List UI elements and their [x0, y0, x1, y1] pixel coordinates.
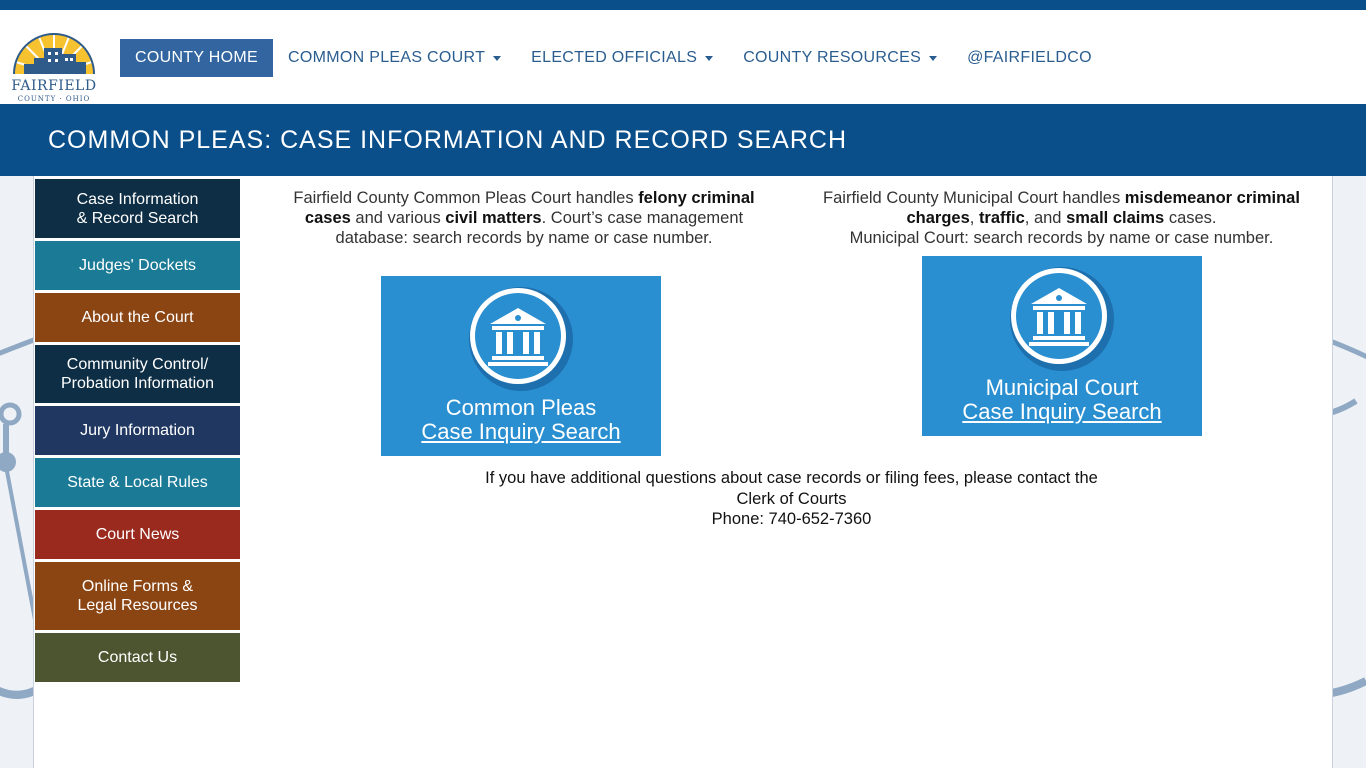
fairfield-county-logo[interactable]: FAIRFIELD COUNTY · OHIO: [6, 22, 102, 104]
contact-info: If you have additional questions about c…: [414, 468, 1169, 530]
description-text: Fairfield County Common Pleas Court hand…: [293, 189, 639, 207]
nav-fairfieldco-social[interactable]: @FAIRFIELDCO: [952, 39, 1107, 77]
nav-elected-officials[interactable]: ELECTED OFFICIALS: [516, 39, 728, 77]
description-emphasis: civil matters: [445, 209, 542, 227]
nav-label: ELECTED OFFICIALS: [531, 49, 698, 66]
button-label: Common Pleas: [445, 395, 597, 420]
sidebar-item-label: Judges' Dockets: [79, 257, 196, 274]
contact-text: If you have additional questions about c…: [485, 469, 1098, 487]
sidebar-item-online-forms[interactable]: Online Forms & Legal Resources: [35, 562, 240, 630]
caret-down-icon: [493, 55, 502, 61]
sidebar-item-label: Case Information: [76, 190, 199, 208]
sidebar-item-label: Court News: [95, 526, 180, 543]
sunburst-city-icon: [13, 33, 95, 75]
sidebar-item-community-control[interactable]: Community Control/Probation Information: [35, 345, 240, 403]
button-link-label: Case Inquiry Search: [421, 419, 621, 444]
button-label: Municipal Court: [985, 375, 1139, 400]
page-title-bar: COMMON PLEAS: CASE INFORMATION AND RECOR…: [0, 104, 1366, 176]
sidebar-item-label: About the Court: [81, 309, 194, 326]
sidebar-item-about-the-court[interactable]: About the Court: [35, 293, 240, 342]
caret-down-icon: [705, 55, 714, 61]
logo-name: FAIRFIELD: [11, 78, 97, 94]
description-text: , and: [1024, 209, 1067, 227]
nav-common-pleas-court[interactable]: COMMON PLEAS COURT: [273, 39, 516, 77]
common-pleas-description: Fairfield County Common Pleas Court hand…: [279, 188, 769, 248]
sidebar-item-label: State & Local Rules: [67, 474, 208, 491]
sidebar-item-label: Legal Resources: [77, 597, 198, 614]
courthouse-icon: [469, 287, 573, 391]
sidebar-item-label: Contact Us: [97, 649, 178, 666]
sidebar-item-label: Jury Information: [80, 422, 195, 439]
nav-county-home[interactable]: COUNTY HOME: [120, 39, 274, 77]
sidebar-item-state-local-rules[interactable]: State & Local Rules: [35, 458, 240, 507]
description-text: Municipal Court: search records by name …: [849, 229, 1274, 247]
sidebar-item-court-news[interactable]: Court News: [35, 510, 240, 559]
main-navigation: COUNTY HOME COMMON PLEAS COURT ELECTED O…: [120, 39, 1107, 77]
description-text: and various: [350, 209, 446, 227]
nav-label: COUNTY RESOURCES: [743, 49, 922, 66]
sidebar-item-jury-information[interactable]: Jury Information: [35, 406, 240, 455]
sidebar-item-label: & Record Search: [76, 209, 199, 227]
clerk-of-courts-label: Clerk of Courts: [736, 489, 847, 508]
description-emphasis: small claims: [1066, 209, 1165, 227]
description-text: Fairfield County Municipal Court handles: [823, 189, 1125, 207]
sidebar-item-label: Probation Information: [61, 375, 214, 392]
site-header: FAIRFIELD COUNTY · OHIO COUNTY HOME COMM…: [0, 10, 1366, 104]
logo-subtitle: COUNTY · OHIO: [17, 95, 91, 103]
sidebar-item-contact-us[interactable]: Contact Us: [35, 633, 240, 682]
description-emphasis: traffic: [978, 209, 1025, 227]
sidebar-item-label: Online Forms &: [81, 578, 194, 595]
sidebar-item-judges-dockets[interactable]: Judges' Dockets: [35, 241, 240, 290]
description-text: cases.: [1164, 209, 1217, 227]
common-pleas-case-inquiry-button[interactable]: Common Pleas Case Inquiry Search: [381, 276, 661, 456]
courthouse-icon: [1010, 267, 1114, 371]
sidebar-item-label: Community Control/: [66, 356, 209, 373]
description-text: ,: [969, 209, 979, 227]
button-link-label: Case Inquiry Search: [962, 399, 1162, 424]
sidebar-item-case-information[interactable]: Case Information & Record Search: [35, 179, 240, 238]
phone-number: Phone: 740-652-7360: [711, 510, 872, 528]
municipal-court-description: Fairfield County Municipal Court handles…: [809, 188, 1314, 248]
caret-down-icon: [929, 55, 938, 61]
nav-label: @FAIRFIELDCO: [967, 49, 1092, 66]
nav-county-resources[interactable]: COUNTY RESOURCES: [728, 39, 952, 77]
nav-label: COUNTY HOME: [135, 49, 259, 66]
main-content: Case Information & Record Search Judges' …: [33, 176, 1333, 768]
sidebar-menu: Case Information & Record Search Judges' …: [35, 179, 240, 685]
top-strip: [0, 0, 1366, 10]
page-title: COMMON PLEAS: CASE INFORMATION AND RECOR…: [48, 125, 848, 154]
municipal-court-case-inquiry-button[interactable]: Municipal Court Case Inquiry Search: [922, 256, 1202, 436]
nav-label: COMMON PLEAS COURT: [288, 49, 486, 66]
